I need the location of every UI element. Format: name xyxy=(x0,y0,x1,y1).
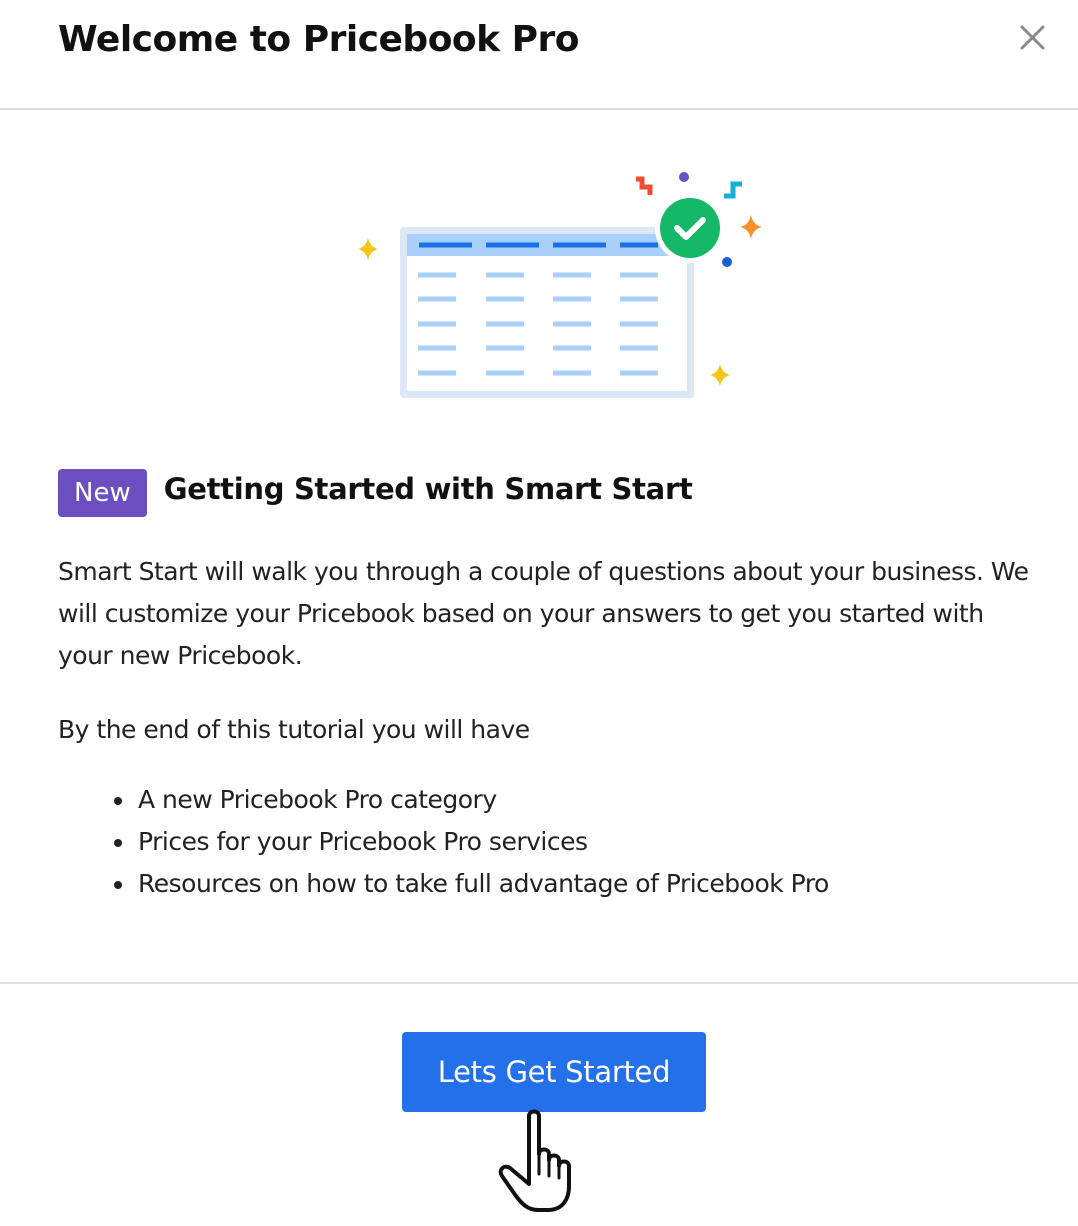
check-circle xyxy=(660,198,720,258)
benefit-item: Resources on how to take full advantage … xyxy=(114,863,829,905)
sparkle-yellow-right xyxy=(710,364,730,386)
new-badge: New xyxy=(58,469,147,517)
confetti-red xyxy=(636,176,653,195)
lead-paragraph: By the end of this tutorial you will hav… xyxy=(58,715,530,744)
modal-title: Welcome to Pricebook Pro xyxy=(58,19,580,60)
lets-get-started-button[interactable]: Lets Get Started xyxy=(402,1032,706,1112)
sparkle-orange xyxy=(740,215,762,239)
benefit-item: A new Pricebook Pro category xyxy=(114,779,829,821)
welcome-modal: Welcome to Pricebook Pro New Getting Sta… xyxy=(0,0,1078,1226)
intro-paragraph: Smart Start will walk you through a coup… xyxy=(58,557,1029,670)
benefit-item: Prices for your Pricebook Pro services xyxy=(114,821,829,863)
confetti-cyan xyxy=(724,181,742,199)
sparkle-yellow-left xyxy=(358,238,378,260)
close-button[interactable] xyxy=(1012,18,1052,58)
confetti-dot-purple xyxy=(679,172,689,182)
section-title: Getting Started with Smart Start xyxy=(163,472,693,506)
hand-pointer-icon xyxy=(498,1109,571,1212)
modal-header: Welcome to Pricebook Pro xyxy=(0,0,1078,110)
footer-divider xyxy=(0,982,1078,984)
confetti-dot-blue xyxy=(722,257,732,267)
section-heading-row: New Getting Started with Smart Start xyxy=(58,468,693,518)
spreadsheet-success-illustration xyxy=(358,172,762,398)
benefits-list: A new Pricebook Pro category Prices for … xyxy=(58,779,829,905)
close-icon xyxy=(1020,25,1045,50)
